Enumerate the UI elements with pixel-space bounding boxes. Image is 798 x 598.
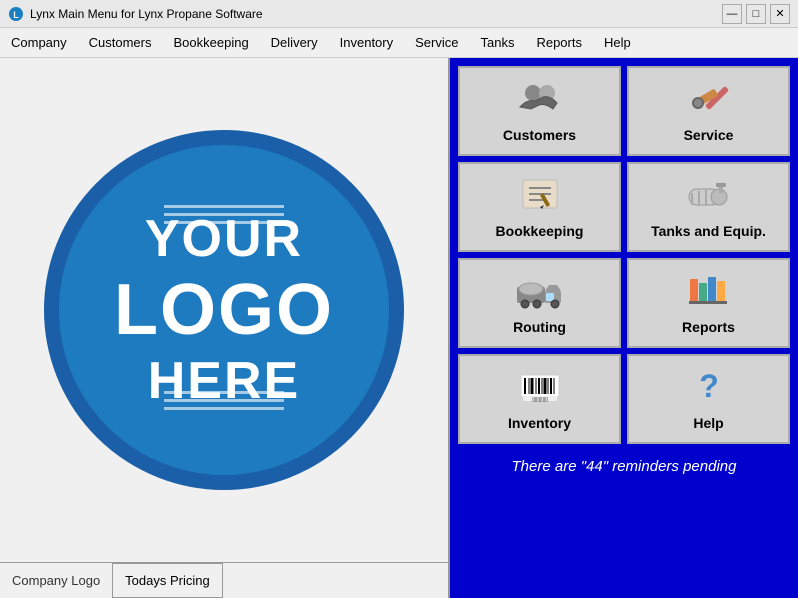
logo-circle-outer: YOUR LOGO HERE (44, 130, 404, 490)
service-label: Service (684, 127, 734, 143)
title-bar: L Lynx Main Menu for Lynx Propane Softwa… (0, 0, 798, 28)
bookkeeping-button[interactable]: Bookkeeping (458, 162, 621, 252)
app-icon: L (8, 6, 24, 22)
logo-logo: LOGO (114, 269, 334, 351)
grid-buttons: Customers Service (458, 66, 790, 444)
customers-button[interactable]: Customers (458, 66, 621, 156)
left-panel: YOUR LOGO HERE Company Logo Todays Prici… (0, 58, 450, 598)
right-panel: Customers Service (450, 58, 798, 598)
routing-label: Routing (513, 319, 566, 335)
main-content: YOUR LOGO HERE Company Logo Todays Prici… (0, 58, 798, 598)
company-logo-label: Company Logo (0, 563, 112, 598)
logo-line-5 (164, 399, 284, 402)
tanks-button[interactable]: Tanks and Equip. (627, 162, 790, 252)
logo-area: YOUR LOGO HERE (0, 58, 448, 562)
todays-pricing-button[interactable]: Todays Pricing (112, 563, 223, 598)
logo-line-4 (164, 391, 284, 394)
inventory-label: Inventory (508, 415, 571, 431)
customers-icon (515, 79, 565, 123)
menu-bookkeeping[interactable]: Bookkeeping (163, 28, 260, 57)
logo-lines-bottom (164, 391, 284, 410)
logo-line-3 (164, 221, 284, 224)
logo-circle-inner: YOUR LOGO HERE (59, 145, 389, 475)
customers-label: Customers (503, 127, 576, 143)
help-icon: ? (684, 367, 734, 411)
logo-text: YOUR LOGO HERE (114, 209, 334, 411)
tanks-icon (684, 175, 734, 219)
bookkeeping-label: Bookkeeping (496, 223, 584, 239)
logo-line-1 (164, 205, 284, 208)
help-button[interactable]: ? Help (627, 354, 790, 444)
menu-delivery[interactable]: Delivery (260, 28, 329, 57)
logo-line-2 (164, 213, 284, 216)
svg-text:?: ? (699, 368, 719, 404)
menu-bar: Company Customers Bookkeeping Delivery I… (0, 28, 798, 58)
service-button[interactable]: Service (627, 66, 790, 156)
inventory-icon: |||||||||||| (515, 367, 565, 411)
maximize-button[interactable]: □ (746, 4, 766, 24)
title-bar-left: L Lynx Main Menu for Lynx Propane Softwa… (8, 6, 263, 22)
inventory-button[interactable]: |||||||||||| Inventory (458, 354, 621, 444)
reports-button[interactable]: Reports (627, 258, 790, 348)
title-bar-controls: — □ ✕ (722, 4, 790, 24)
menu-reports[interactable]: Reports (525, 28, 593, 57)
logo-footer: Company Logo Todays Pricing (0, 562, 448, 598)
logo-lines-top (164, 205, 284, 224)
menu-customers[interactable]: Customers (78, 28, 163, 57)
close-button[interactable]: ✕ (770, 4, 790, 24)
logo-line-6 (164, 407, 284, 410)
service-icon (684, 79, 734, 123)
bookkeeping-icon (515, 175, 565, 219)
tanks-label: Tanks and Equip. (651, 223, 766, 239)
svg-text:L: L (13, 10, 19, 20)
minimize-button[interactable]: — (722, 4, 742, 24)
menu-company[interactable]: Company (0, 28, 78, 57)
menu-inventory[interactable]: Inventory (329, 28, 404, 57)
help-label: Help (693, 415, 723, 431)
routing-icon (515, 271, 565, 315)
svg-text:||||||||||||: |||||||||||| (532, 397, 548, 403)
reports-icon (684, 271, 734, 315)
reminder-text: There are "44" reminders pending (458, 450, 790, 483)
menu-service[interactable]: Service (404, 28, 469, 57)
window-title: Lynx Main Menu for Lynx Propane Software (30, 7, 263, 21)
routing-button[interactable]: Routing (458, 258, 621, 348)
menu-tanks[interactable]: Tanks (469, 28, 525, 57)
reports-label: Reports (682, 319, 735, 335)
menu-help[interactable]: Help (593, 28, 642, 57)
